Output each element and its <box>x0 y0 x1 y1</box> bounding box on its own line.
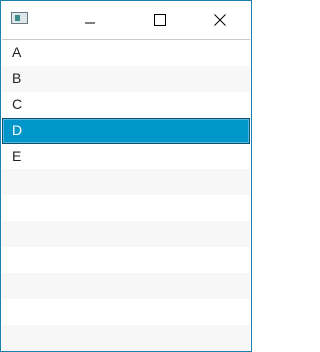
empty-list-row <box>2 169 250 196</box>
list-item-label: D <box>12 121 23 138</box>
minimize-button[interactable] <box>67 1 113 38</box>
empty-list-row <box>2 324 250 351</box>
empty-list-row <box>2 273 250 299</box>
minimize-icon <box>85 22 95 23</box>
list-item-a[interactable]: A <box>2 40 250 66</box>
close-icon <box>214 13 226 26</box>
list-item-c[interactable]: C <box>2 91 250 118</box>
list-item-e[interactable]: E <box>2 143 250 170</box>
close-button[interactable] <box>197 1 243 38</box>
app-window-icon <box>11 12 28 24</box>
list-item-d[interactable]: D <box>2 117 250 144</box>
title-bar[interactable] <box>1 1 251 38</box>
empty-list-row <box>2 247 250 274</box>
list-item-label: E <box>12 147 22 164</box>
list-item-label: B <box>12 69 22 86</box>
app-window: A B C D E <box>0 0 252 352</box>
list-item-b[interactable]: B <box>2 65 250 92</box>
list-item-label: C <box>12 95 23 112</box>
empty-list-row <box>2 195 250 222</box>
empty-list-row <box>2 221 250 248</box>
maximize-button[interactable] <box>137 1 183 38</box>
list-item-label: A <box>12 44 22 60</box>
maximize-icon <box>154 13 166 26</box>
list-view[interactable]: A B C D E <box>2 39 250 351</box>
empty-list-row <box>2 298 250 325</box>
